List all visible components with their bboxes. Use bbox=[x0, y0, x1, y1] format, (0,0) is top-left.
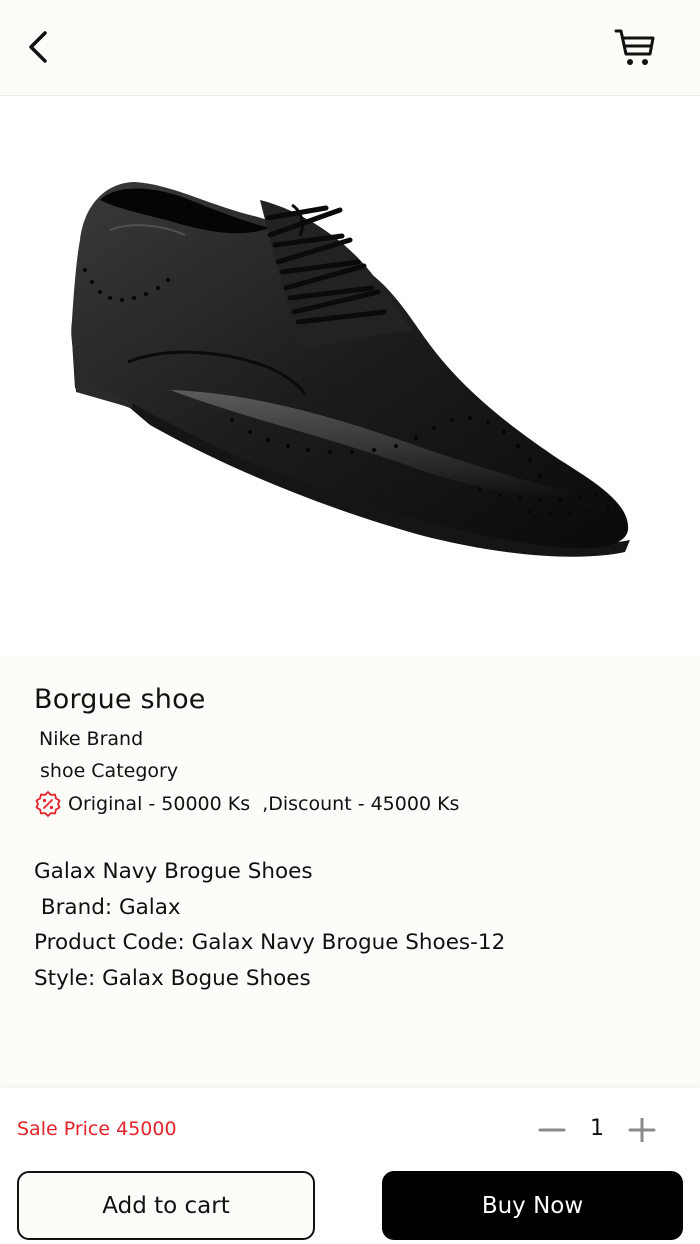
oxford-brogue-shoe-image bbox=[71, 182, 630, 557]
sale-price: Sale Price 45000 bbox=[17, 1118, 177, 1140]
price-line: Original - 50000 Ks ,Discount - 45000 Ks bbox=[68, 793, 460, 815]
plus-icon bbox=[628, 1116, 656, 1144]
add-to-cart-button[interactable]: Add to cart bbox=[17, 1171, 315, 1240]
description-line: Brand: Galax bbox=[34, 894, 181, 920]
back-button[interactable] bbox=[20, 27, 60, 67]
product-image-area bbox=[0, 96, 700, 656]
quantity-decrease-button[interactable] bbox=[536, 1118, 568, 1142]
quantity-increase-button[interactable] bbox=[626, 1116, 658, 1144]
discount-percent-icon bbox=[35, 791, 61, 817]
bottom-action-bar: Sale Price 45000 1 Add to cart Buy Now bbox=[0, 1088, 700, 1244]
top-bar bbox=[0, 0, 700, 96]
chevron-left-icon bbox=[29, 31, 47, 63]
shopping-cart-icon bbox=[614, 29, 655, 65]
cart-button[interactable] bbox=[612, 26, 658, 70]
product-info-panel: Borgue shoe Nike Brand shoe Category Ori… bbox=[0, 656, 700, 1088]
description-line: Style: Galax Bogue Shoes bbox=[34, 965, 311, 991]
product-brand: Nike Brand bbox=[39, 728, 144, 750]
description-line: Galax Navy Brogue Shoes bbox=[34, 859, 313, 884]
price-row: Original - 50000 Ks ,Discount - 45000 Ks bbox=[34, 790, 459, 818]
product-description: Galax Navy Brogue Shoes Brand: Galax Pro… bbox=[34, 854, 505, 996]
description-line: Product Code: Galax Navy Brogue Shoes-12 bbox=[34, 930, 506, 955]
product-category: shoe Category bbox=[40, 760, 179, 782]
buy-now-button[interactable]: Buy Now bbox=[382, 1171, 683, 1240]
minus-icon bbox=[538, 1128, 566, 1132]
quantity-value: 1 bbox=[590, 1116, 604, 1141]
product-title: Borgue shoe bbox=[34, 684, 206, 715]
